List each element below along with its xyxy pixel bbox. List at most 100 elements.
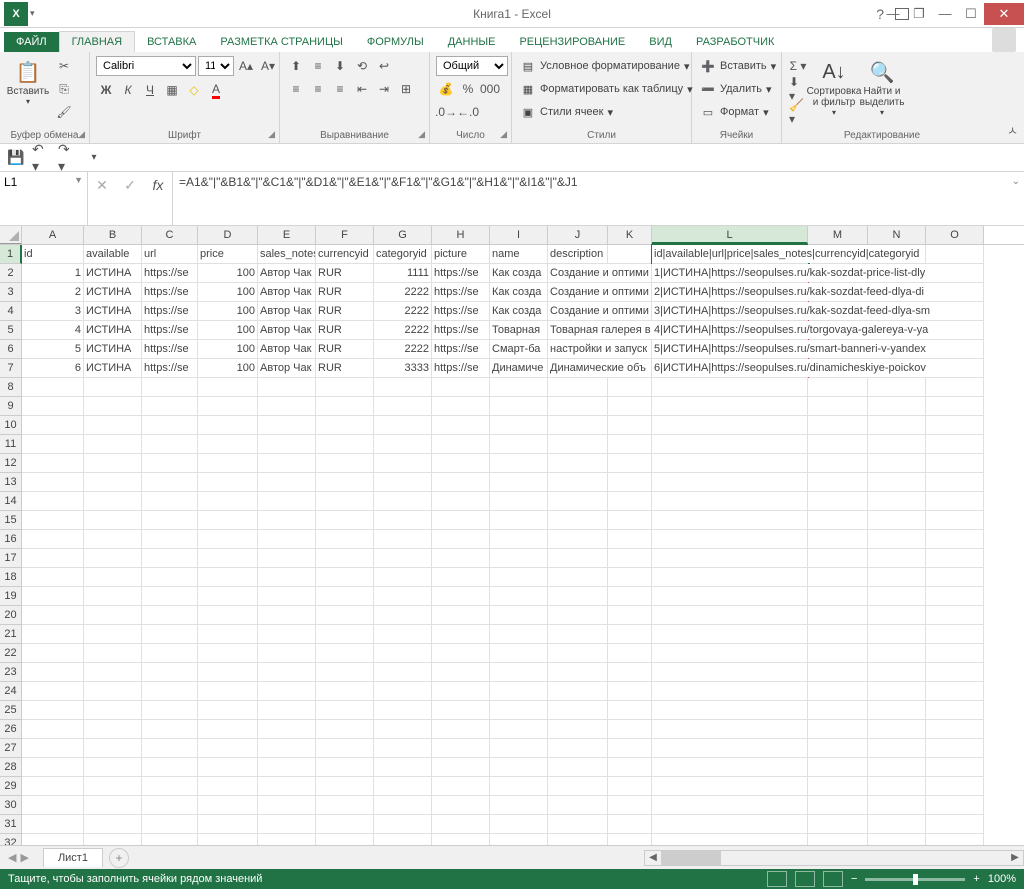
cell[interactable] <box>608 549 652 568</box>
cell[interactable]: 2|ИСТИНА|https://seopulses.ru/kak-sozdat… <box>652 283 808 302</box>
enter-formula-button[interactable]: ✓ <box>120 175 140 195</box>
cell[interactable] <box>84 701 142 720</box>
cell[interactable] <box>142 663 198 682</box>
cell[interactable] <box>316 701 374 720</box>
cell[interactable] <box>432 777 490 796</box>
cell[interactable] <box>142 587 198 606</box>
bold-button[interactable]: Ж <box>96 80 116 100</box>
cell[interactable]: ИСТИНА <box>84 283 142 302</box>
decrease-font-button[interactable]: A▾ <box>258 56 278 76</box>
column-header[interactable]: C <box>142 226 198 244</box>
cell[interactable] <box>608 397 652 416</box>
minimize-window-button[interactable]: — <box>932 3 958 25</box>
cell[interactable] <box>142 416 198 435</box>
column-header[interactable]: M <box>808 226 868 244</box>
cell[interactable] <box>432 739 490 758</box>
cell[interactable] <box>432 815 490 834</box>
cell[interactable] <box>652 587 808 606</box>
cell[interactable]: RUR <box>316 359 374 378</box>
tab-review[interactable]: РЕЦЕНЗИРОВАНИЕ <box>507 32 637 52</box>
cell[interactable] <box>868 568 926 587</box>
cell[interactable] <box>432 530 490 549</box>
cell[interactable] <box>374 739 432 758</box>
row-header[interactable]: 29 <box>0 777 22 796</box>
font-size-select[interactable]: 11 <box>198 56 234 76</box>
cell[interactable] <box>926 492 984 511</box>
cell[interactable] <box>374 473 432 492</box>
row-header[interactable]: 16 <box>0 530 22 549</box>
cell[interactable]: RUR <box>316 264 374 283</box>
column-header[interactable]: J <box>548 226 608 244</box>
cell[interactable] <box>316 549 374 568</box>
cell[interactable] <box>258 416 316 435</box>
cell[interactable] <box>316 511 374 530</box>
row-header[interactable]: 8 <box>0 378 22 397</box>
cell[interactable] <box>808 568 868 587</box>
cell[interactable]: 4 <box>22 321 84 340</box>
normal-view-button[interactable] <box>767 871 787 887</box>
cell[interactable] <box>142 473 198 492</box>
cell[interactable] <box>808 834 868 845</box>
font-launcher-icon[interactable]: ◢ <box>268 129 275 140</box>
orientation-button[interactable]: ⟲ <box>352 56 372 76</box>
cell[interactable] <box>432 492 490 511</box>
autosum-button[interactable]: Σ ▾ <box>788 56 808 76</box>
cell[interactable] <box>432 568 490 587</box>
cell[interactable] <box>84 435 142 454</box>
cell[interactable] <box>608 435 652 454</box>
cell[interactable] <box>432 511 490 530</box>
cell[interactable] <box>548 834 608 845</box>
restore-button[interactable]: ❐ <box>906 3 932 25</box>
sheet-tab-active[interactable]: Лист1 <box>43 848 103 867</box>
cell[interactable] <box>316 606 374 625</box>
scroll-thumb[interactable] <box>661 851 721 865</box>
row-header[interactable]: 10 <box>0 416 22 435</box>
italic-button[interactable]: К <box>118 80 138 100</box>
cell[interactable] <box>258 492 316 511</box>
cell[interactable] <box>652 682 808 701</box>
cell[interactable] <box>608 606 652 625</box>
cell[interactable]: 100 <box>198 359 258 378</box>
row-header[interactable]: 3 <box>0 283 22 302</box>
cell[interactable] <box>84 511 142 530</box>
find-select-button[interactable]: 🔍 Найти и выделить▾ <box>860 56 904 117</box>
cell[interactable]: 2222 <box>374 283 432 302</box>
cell[interactable] <box>868 473 926 492</box>
formula-input[interactable]: =A1&"|"&B1&"|"&C1&"|"&D1&"|"&E1&"|"&F1&"… <box>173 172 1024 225</box>
cell[interactable]: 2222 <box>374 321 432 340</box>
cell[interactable] <box>432 644 490 663</box>
cell[interactable]: 4|ИСТИНА|https://seopulses.ru/torgovaya-… <box>652 321 808 340</box>
cell[interactable] <box>652 492 808 511</box>
cell[interactable]: 6 <box>22 359 84 378</box>
clipboard-launcher-icon[interactable]: ◢ <box>78 129 85 140</box>
cell[interactable] <box>22 435 84 454</box>
cell[interactable] <box>548 796 608 815</box>
column-header[interactable]: A <box>22 226 84 244</box>
cell[interactable]: RUR <box>316 302 374 321</box>
new-sheet-button[interactable]: + <box>109 848 129 868</box>
cell[interactable] <box>258 435 316 454</box>
cell[interactable] <box>316 739 374 758</box>
cell[interactable] <box>808 549 868 568</box>
cell[interactable] <box>258 587 316 606</box>
cell[interactable] <box>316 834 374 845</box>
cell[interactable] <box>22 606 84 625</box>
cell[interactable] <box>142 530 198 549</box>
cell[interactable] <box>608 492 652 511</box>
cell[interactable] <box>652 435 808 454</box>
cell[interactable]: Товарная <box>490 321 548 340</box>
page-layout-view-button[interactable] <box>795 871 815 887</box>
redo-button[interactable]: ↷ ▾ <box>58 148 78 168</box>
cell[interactable] <box>652 777 808 796</box>
cell[interactable] <box>926 245 984 264</box>
cell[interactable] <box>868 530 926 549</box>
cell[interactable] <box>22 644 84 663</box>
cell[interactable] <box>374 796 432 815</box>
cell[interactable]: sales_notes <box>258 245 316 264</box>
cell[interactable]: Создание и оптими <box>548 302 608 321</box>
column-header[interactable]: G <box>374 226 432 244</box>
cell[interactable] <box>926 340 984 359</box>
cell[interactable] <box>198 492 258 511</box>
cell[interactable] <box>198 454 258 473</box>
cell[interactable]: 100 <box>198 302 258 321</box>
